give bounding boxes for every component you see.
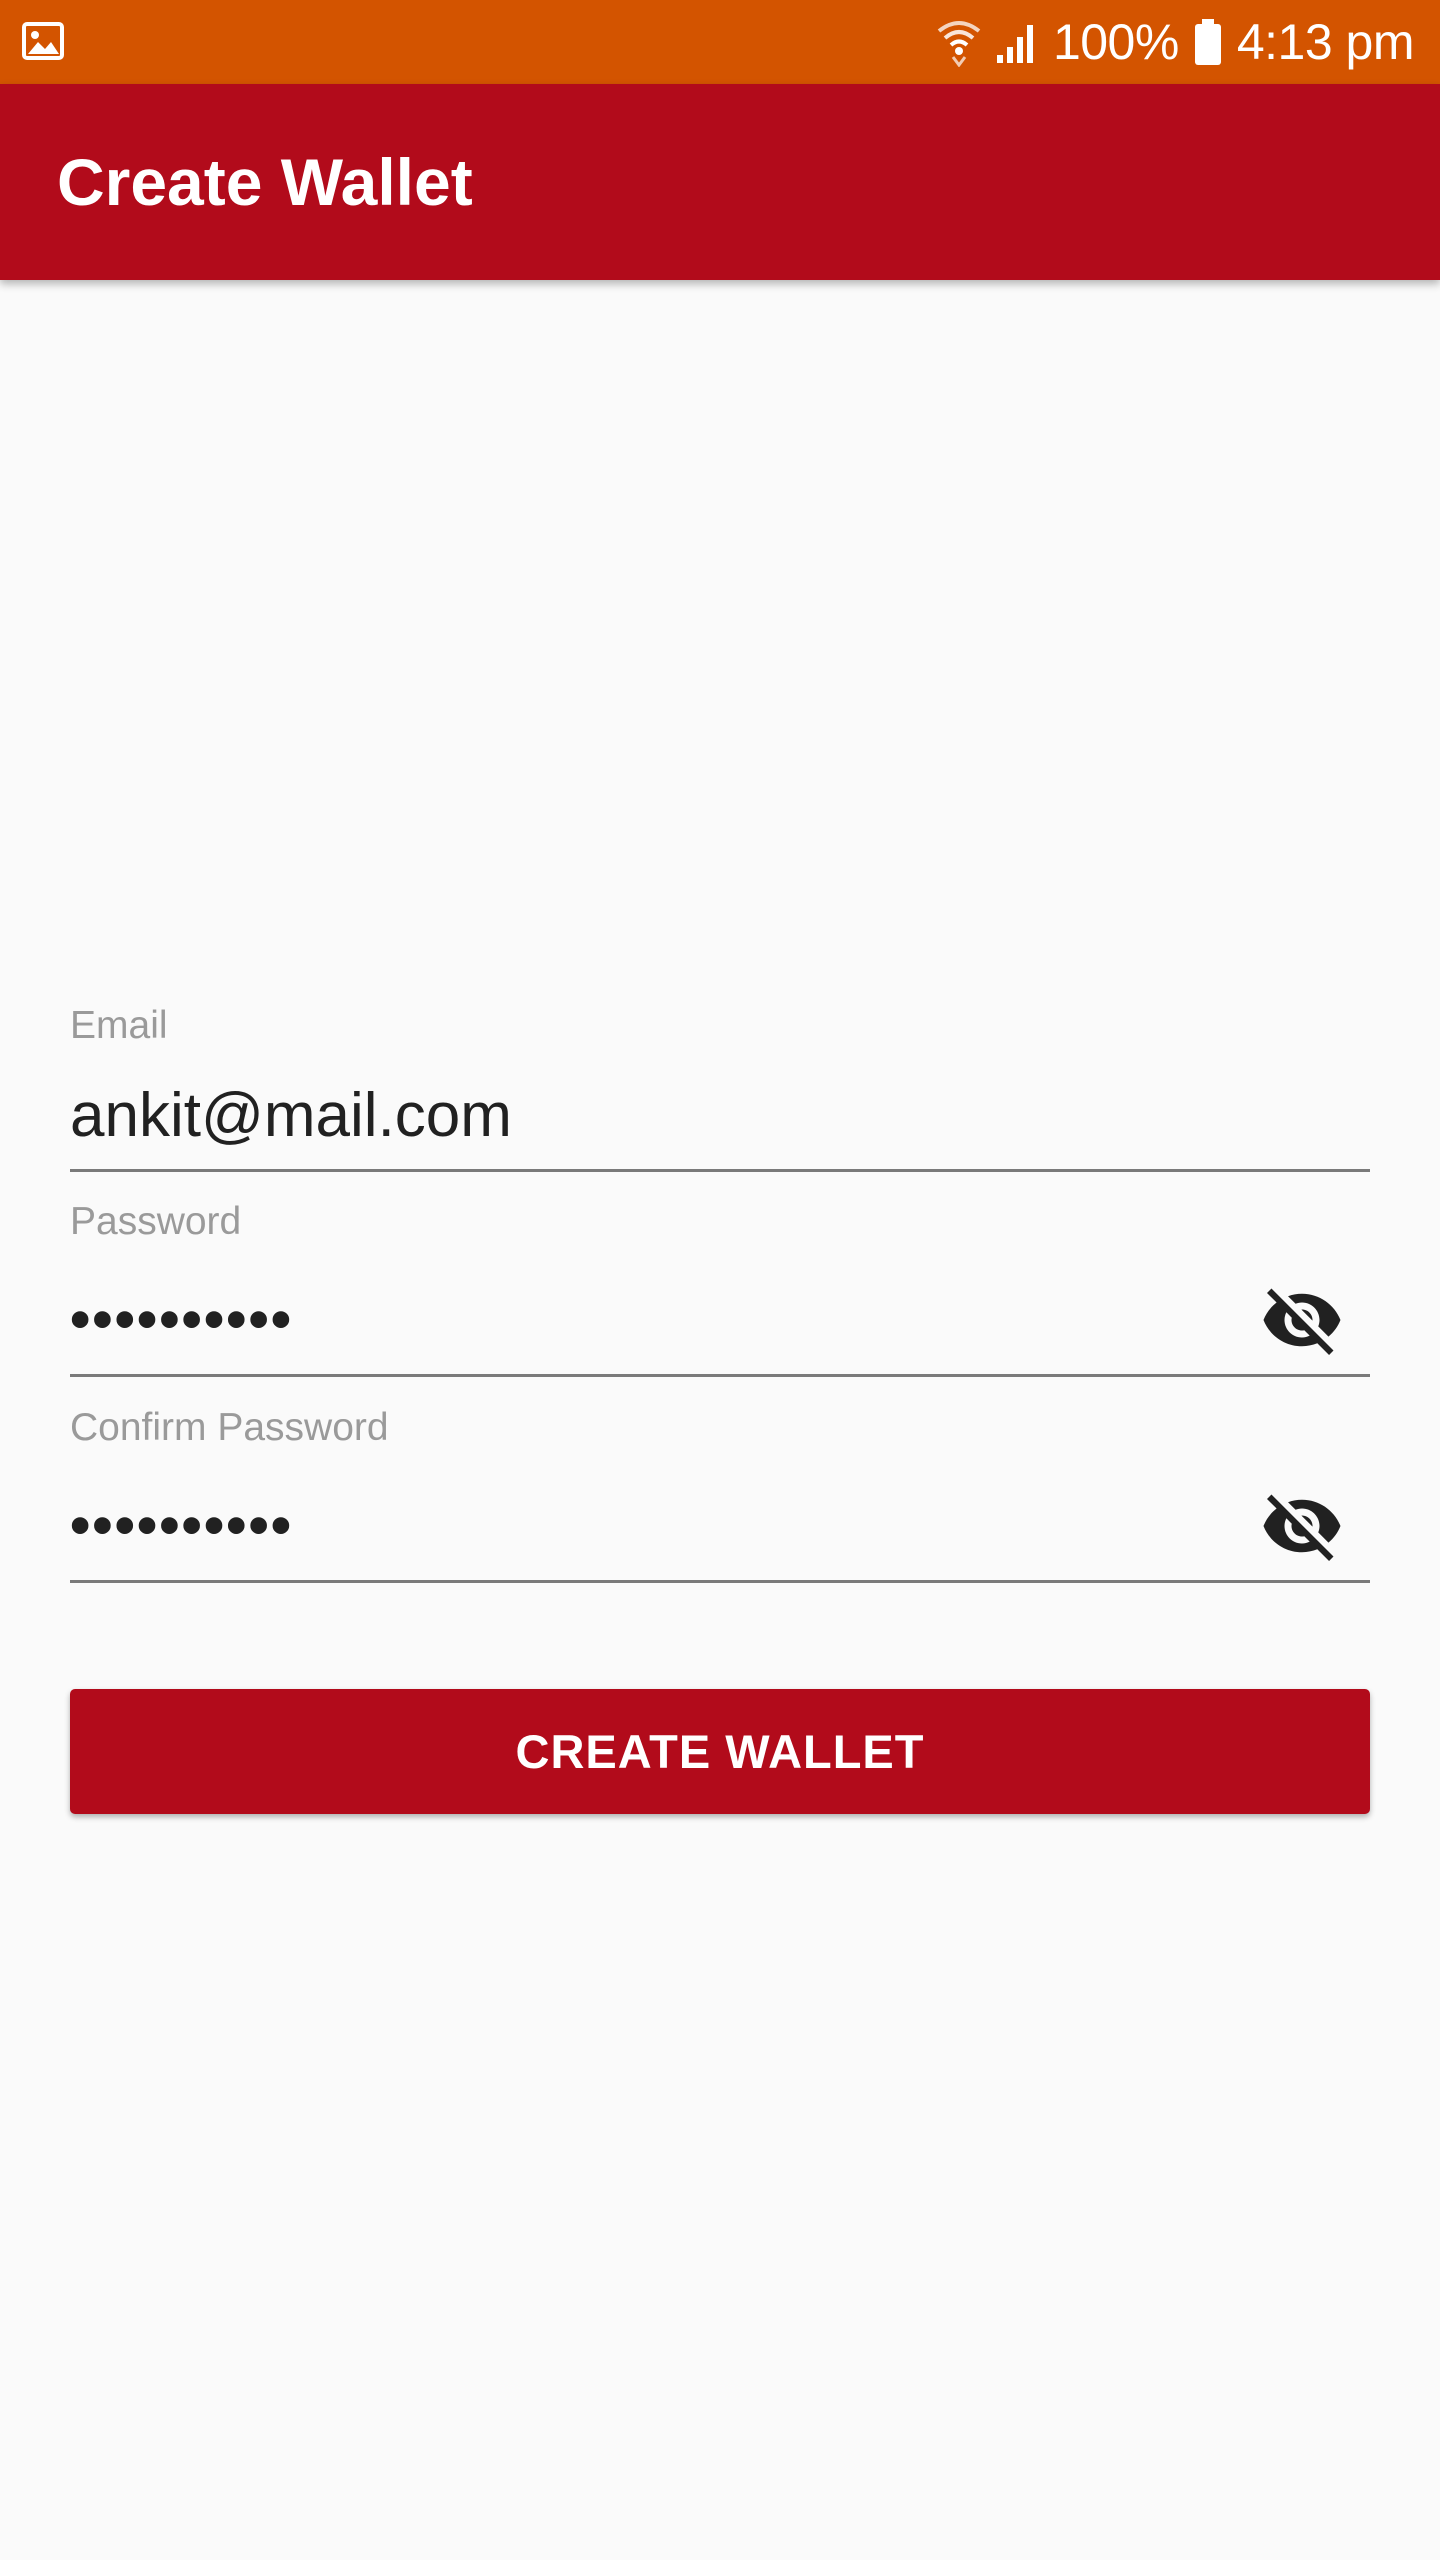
visibility-off-icon[interactable] (1260, 1278, 1344, 1362)
create-wallet-button[interactable]: CREATE WALLET (70, 1689, 1370, 1814)
battery-icon (1194, 19, 1221, 65)
password-underline (70, 1374, 1370, 1377)
signal-icon (996, 25, 1033, 63)
email-label: Email (70, 1004, 168, 1047)
clock: 4:13 pm (1236, 14, 1415, 70)
password-label: Password (70, 1200, 242, 1243)
confirm-password-underline (70, 1580, 1370, 1583)
status-bar: 100% 4:13 pm (0, 0, 1440, 84)
visibility-off-icon[interactable] (1260, 1484, 1344, 1568)
app-bar: Create Wallet (0, 84, 1440, 280)
confirm-password-field[interactable]: Confirm Password •••••••••• (70, 1402, 1370, 1586)
gallery-icon (22, 22, 64, 60)
email-field[interactable]: Email ankit@mail.com (70, 996, 1370, 1172)
battery-percent: 100% (1052, 14, 1179, 70)
password-input[interactable]: •••••••••• (70, 1286, 293, 1353)
confirm-password-input[interactable]: •••••••••• (70, 1492, 293, 1559)
page-title: Create Wallet (57, 145, 473, 219)
wifi-icon (937, 21, 981, 67)
confirm-password-label: Confirm Password (70, 1406, 389, 1449)
password-field[interactable]: Password •••••••••• (70, 1196, 1370, 1380)
email-input[interactable]: ankit@mail.com (70, 1080, 512, 1151)
status-icons: 100% 4:13 pm (937, 0, 1415, 84)
email-underline (70, 1169, 1370, 1172)
